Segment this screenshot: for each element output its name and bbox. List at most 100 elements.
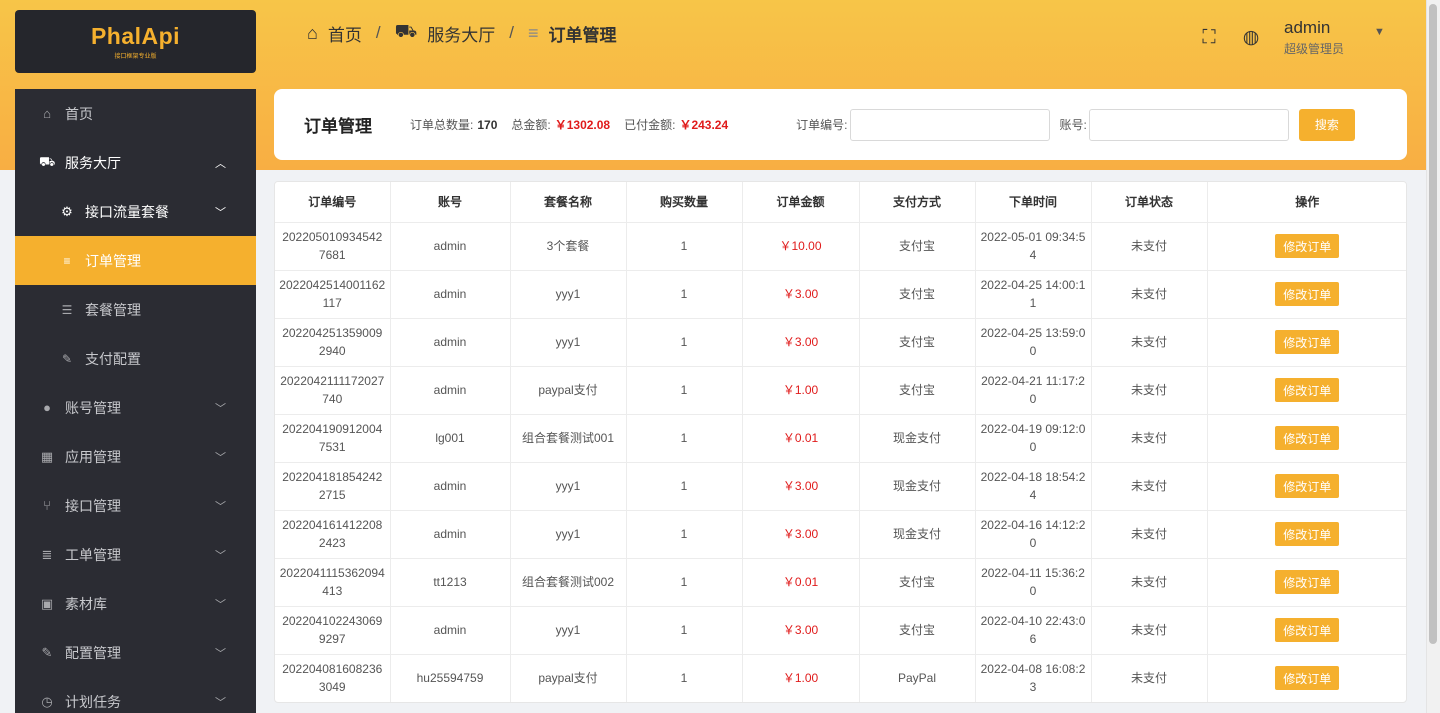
- user-menu[interactable]: admin 超级管理员: [1284, 18, 1344, 57]
- paid-amount-value: ￥243.24: [679, 118, 729, 132]
- edit-order-button[interactable]: 修改订单: [1275, 234, 1340, 258]
- edit-order-button[interactable]: 修改订单: [1275, 618, 1340, 642]
- clock-icon: ◷: [41, 693, 53, 709]
- sidebar-item-service-hall[interactable]: ⛟ 服务大厅 ︿: [15, 138, 256, 187]
- search-button[interactable]: 搜索: [1298, 108, 1355, 141]
- package-name-cell: yyy1: [510, 606, 627, 655]
- edit-order-button[interactable]: 修改订单: [1275, 378, 1340, 402]
- sidebar-item-app-management[interactable]: ▦ 应用管理 ﹀: [15, 432, 256, 481]
- paid-amount-stat: 已付金额: ￥243.24: [624, 116, 728, 133]
- order-status-cell: 未支付: [1091, 606, 1208, 655]
- sidebar-item-api-management[interactable]: ⑂ 接口管理 ﹀: [15, 481, 256, 530]
- fullscreen-icon[interactable]: ⛶: [1198, 27, 1220, 49]
- sidebar-item-label: 配置管理: [65, 644, 121, 661]
- total-count-value: 170: [477, 118, 498, 132]
- sidebar-item-label: 支付配置: [85, 350, 141, 367]
- action-cell: 修改订单: [1207, 606, 1406, 655]
- edit-order-button[interactable]: 修改订单: [1275, 570, 1340, 594]
- payment-method-cell: 支付宝: [859, 318, 976, 367]
- edit-order-button[interactable]: 修改订单: [1275, 522, 1340, 546]
- edit-order-button[interactable]: 修改订单: [1275, 474, 1340, 498]
- lines-icon: ≣: [41, 546, 53, 562]
- sidebar-item-scheduled-tasks[interactable]: ◷ 计划任务 ﹀: [15, 677, 256, 713]
- edit-order-button[interactable]: 修改订单: [1275, 282, 1340, 306]
- column-header[interactable]: 操作: [1207, 182, 1406, 223]
- chevron-down-icon: ﹀: [215, 402, 226, 415]
- order-time-cell: 2022-04-19 09:12:00: [975, 414, 1092, 463]
- sidebar-item-home[interactable]: ⌂ 首页: [15, 89, 256, 138]
- action-cell: 修改订单: [1207, 510, 1406, 559]
- column-header[interactable]: 套餐名称: [510, 182, 627, 223]
- payment-method-cell: 支付宝: [859, 558, 976, 607]
- sidebar-item-label: 订单管理: [85, 252, 141, 269]
- edit-order-button[interactable]: 修改订单: [1275, 426, 1340, 450]
- order-no-input[interactable]: [849, 108, 1050, 141]
- chevron-up-icon: ︿: [215, 157, 226, 170]
- edit-order-button[interactable]: 修改订单: [1275, 666, 1340, 690]
- breadcrumb-home-label: 首页: [327, 25, 362, 45]
- table-header-row: 订单编号 账号 套餐名称 购买数量 订单金额 支付方式 下单时间 订单状态 操作: [275, 182, 1406, 223]
- sidebar-item-payment-config[interactable]: ✎ 支付配置: [15, 334, 256, 383]
- breadcrumb-service-hall[interactable]: ⛟ 服务大厅: [395, 21, 496, 46]
- language-icon[interactable]: ◍: [1240, 27, 1262, 49]
- sidebar-item-label: 接口流量套餐: [85, 203, 169, 220]
- account-cell: admin: [390, 270, 511, 319]
- sidebar-item-order-management[interactable]: ≡ 订单管理: [15, 236, 256, 285]
- account-cell: lg001: [390, 414, 511, 463]
- account-cell: admin: [390, 366, 511, 415]
- column-header[interactable]: 支付方式: [859, 182, 976, 223]
- sidebar-item-config-management[interactable]: ✎ 配置管理 ﹀: [15, 628, 256, 677]
- edit-order-button[interactable]: 修改订单: [1275, 330, 1340, 354]
- amount-cell: ￥1.00: [742, 366, 860, 415]
- payment-method-cell: 支付宝: [859, 222, 976, 271]
- caret-down-icon[interactable]: ▼: [1374, 26, 1385, 38]
- search-panel: 订单管理 订单总数量: 170 总金额: ￥1302.08 已付金额: ￥243.24…: [274, 89, 1407, 160]
- chevron-down-icon: ﹀: [215, 598, 226, 611]
- breadcrumb-home[interactable]: ⌂ 首页: [307, 21, 362, 46]
- account-cell: admin: [390, 510, 511, 559]
- sidebar-item-package-management[interactable]: ☰ 套餐管理: [15, 285, 256, 334]
- package-name-cell: paypal支付: [510, 654, 627, 702]
- order-status-cell: 未支付: [1091, 558, 1208, 607]
- quantity-cell: 1: [626, 222, 743, 271]
- action-cell: 修改订单: [1207, 414, 1406, 463]
- page-scrollbar[interactable]: [1426, 0, 1440, 713]
- payment-method-cell: 支付宝: [859, 366, 976, 415]
- account-input[interactable]: [1088, 108, 1289, 141]
- order-time-cell: 2022-04-11 15:36:20: [975, 558, 1092, 607]
- table-row: 2022041818542422715 admin yyy1 1 ￥3.00 现金支付 20…: [275, 462, 1406, 511]
- order-time-cell: 2022-04-25 13:59:00: [975, 318, 1092, 367]
- payment-method-cell: 现金支付: [859, 510, 976, 559]
- scrollbar-thumb[interactable]: [1429, 4, 1437, 644]
- account-cell: admin: [390, 318, 511, 367]
- column-header[interactable]: 订单编号: [275, 182, 391, 223]
- orders-table-card: 订单编号 账号 套餐名称 购买数量 订单金额 支付方式 下单时间 订单状态 操作…: [274, 181, 1407, 703]
- sidebar-item-ticket-management[interactable]: ≣ 工单管理 ﹀: [15, 530, 256, 579]
- sidebar-item-media-library[interactable]: ▣ 素材库 ﹀: [15, 579, 256, 628]
- table-row: 2022042514001162117 admin yyy1 1 ￥3.00 支付宝 202…: [275, 270, 1406, 319]
- payment-method-cell: 现金支付: [859, 414, 976, 463]
- amount-cell: ￥3.00: [742, 462, 860, 511]
- header-actions: ⛶ ◍ admin 超级管理员 ▼: [1198, 18, 1385, 57]
- column-header[interactable]: 订单状态: [1091, 182, 1208, 223]
- order-no-cell: 2022041115362094413: [275, 558, 391, 607]
- column-header[interactable]: 账号: [390, 182, 511, 223]
- table-row: 2022040816082363049 hu25594759 paypal支付 1 ￥1…: [275, 654, 1406, 702]
- column-header[interactable]: 购买数量: [626, 182, 743, 223]
- list-icon: ≡: [528, 22, 539, 43]
- sidebar-item-traffic-package[interactable]: ⚙ 接口流量套餐 ﹀: [15, 187, 256, 236]
- amount-cell: ￥1.00: [742, 654, 860, 702]
- table-row: 2022041614122082423 admin yyy1 1 ￥3.00 现金支付 20…: [275, 510, 1406, 559]
- action-cell: 修改订单: [1207, 222, 1406, 271]
- account-cell: admin: [390, 222, 511, 271]
- order-time-cell: 2022-04-16 14:12:20: [975, 510, 1092, 559]
- total-amount-label: 总金额:: [511, 118, 551, 132]
- sidebar-item-account-management[interactable]: ● 账号管理 ﹀: [15, 383, 256, 432]
- order-time-cell: 2022-04-08 16:08:23: [975, 654, 1092, 702]
- account-label: 账号:: [1059, 118, 1087, 132]
- logo[interactable]: PhalApi 接口框架专业版: [15, 10, 256, 73]
- breadcrumb-separator: /: [509, 23, 514, 42]
- column-header[interactable]: 下单时间: [975, 182, 1092, 223]
- breadcrumb-current: ≡ 订单管理: [528, 21, 617, 46]
- column-header[interactable]: 订单金额: [742, 182, 860, 223]
